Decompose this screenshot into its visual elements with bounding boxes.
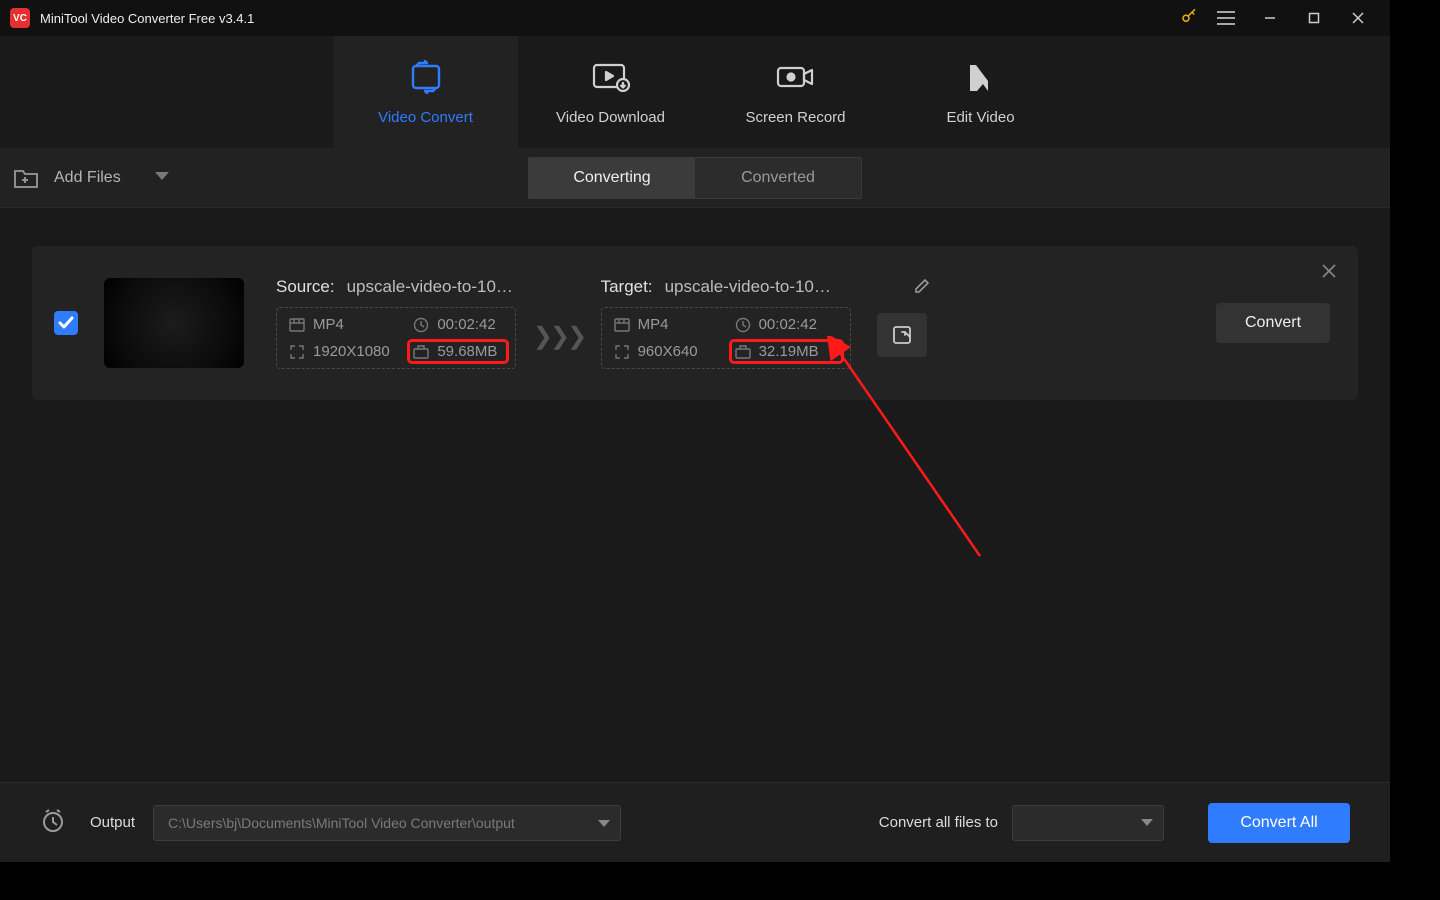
- schedule-icon[interactable]: [40, 807, 66, 838]
- video-download-icon: [591, 59, 631, 95]
- target-resolution: 960X640: [610, 341, 721, 362]
- convert-all-button[interactable]: Convert All: [1208, 803, 1350, 843]
- target-block: Target: upscale-video-to-108... MP4 00:0…: [601, 277, 851, 369]
- hamburger-menu-icon[interactable]: [1204, 0, 1248, 36]
- target-size: 32.19MB: [731, 341, 842, 362]
- tab-converting[interactable]: Converting: [529, 158, 695, 198]
- queue-item: Source: upscale-video-to-108... MP4 00:0…: [32, 246, 1358, 400]
- target-label: Target:: [601, 277, 653, 297]
- screen-record-icon: [775, 59, 817, 95]
- convert-button[interactable]: Convert: [1216, 303, 1330, 343]
- maximize-button[interactable]: [1292, 0, 1336, 36]
- secondary-bar: Add Files Converting Converted: [0, 148, 1390, 208]
- add-folder-icon: [12, 166, 40, 190]
- nav-tab-video-download[interactable]: Video Download: [518, 36, 703, 148]
- close-button[interactable]: [1336, 0, 1380, 36]
- target-duration: 00:02:42: [731, 314, 842, 335]
- source-format: MP4: [285, 314, 399, 335]
- bottom-bar: Output C:\Users\bj\Documents\MiniTool Vi…: [0, 782, 1390, 862]
- output-path-select[interactable]: C:\Users\bj\Documents\MiniTool Video Con…: [153, 805, 621, 841]
- nav-tab-label: Video Convert: [378, 109, 473, 126]
- nav-tab-label: Video Download: [556, 109, 665, 126]
- convert-all-to-label: Convert all files to: [879, 814, 998, 831]
- target-filename: upscale-video-to-108...: [665, 277, 835, 297]
- output-path-value: C:\Users\bj\Documents\MiniTool Video Con…: [168, 815, 515, 831]
- chevron-down-icon: [598, 815, 610, 831]
- source-label: Source:: [276, 277, 335, 297]
- nav-tab-edit-video[interactable]: Edit Video: [888, 36, 1073, 148]
- source-resolution: 1920X1080: [285, 341, 399, 362]
- target-format-select[interactable]: [1012, 805, 1164, 841]
- arrow-separator-icon: ❯❯❯: [525, 322, 593, 351]
- target-format: MP4: [610, 314, 721, 335]
- add-files-label: Add Files: [54, 169, 121, 187]
- titlebar: VC MiniTool Video Converter Free v3.4.1: [0, 0, 1390, 36]
- nav-tab-screen-record[interactable]: Screen Record: [703, 36, 888, 148]
- source-block: Source: upscale-video-to-108... MP4 00:0…: [276, 277, 517, 369]
- source-info-grid: MP4 00:02:42 1920X1080 59.68MB: [276, 307, 516, 369]
- nav-tab-label: Screen Record: [745, 109, 845, 126]
- main-nav: Video Convert Video Download: [0, 36, 1390, 148]
- item-checkbox[interactable]: [54, 311, 78, 335]
- chevron-down-icon[interactable]: [155, 169, 169, 187]
- edit-video-icon: [966, 59, 996, 95]
- target-settings-button[interactable]: [877, 313, 927, 357]
- remove-item-icon[interactable]: [1322, 264, 1336, 283]
- source-duration: 00:02:42: [409, 314, 507, 335]
- app-logo-icon: VC: [10, 8, 30, 28]
- queue-tabs: Converting Converted: [528, 157, 862, 199]
- window-title: MiniTool Video Converter Free v3.4.1: [40, 11, 1180, 26]
- chevron-down-icon: [1141, 814, 1153, 832]
- video-convert-icon: [407, 59, 445, 95]
- tab-converted[interactable]: Converted: [695, 158, 861, 198]
- nav-tab-label: Edit Video: [946, 109, 1014, 126]
- content-area: Source: upscale-video-to-108... MP4 00:0…: [0, 208, 1390, 782]
- minimize-button[interactable]: [1248, 0, 1292, 36]
- output-label: Output: [90, 814, 135, 831]
- source-size: 59.68MB: [409, 341, 507, 362]
- app-window: VC MiniTool Video Converter Free v3.4.1: [0, 0, 1390, 862]
- nav-tab-video-convert[interactable]: Video Convert: [333, 36, 518, 148]
- target-info-grid: MP4 00:02:42 960X640 32.19MB: [601, 307, 851, 369]
- key-icon[interactable]: [1180, 7, 1198, 30]
- edit-target-icon[interactable]: [913, 277, 931, 300]
- add-files-button[interactable]: Add Files: [12, 166, 169, 190]
- video-thumbnail[interactable]: [104, 278, 244, 368]
- target-wrap: Target: upscale-video-to-108... MP4 00:0…: [601, 277, 927, 369]
- source-filename: upscale-video-to-108...: [347, 277, 517, 297]
